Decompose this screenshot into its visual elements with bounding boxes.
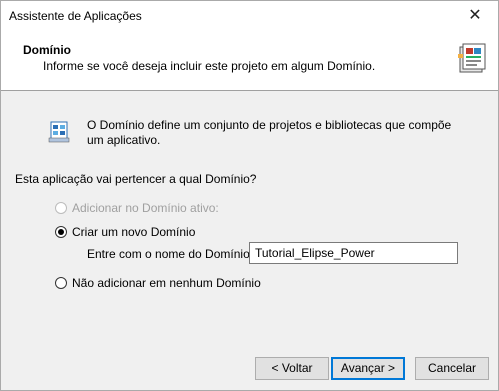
radio-active-domain [55, 202, 67, 214]
close-button[interactable]: ✕ [452, 1, 498, 31]
radio-new-domain[interactable] [55, 226, 67, 238]
option-no-domain[interactable]: Não adicionar em nenhum Domínio [55, 276, 261, 290]
window-title: Assistente de Aplicações [9, 9, 142, 23]
back-button[interactable]: < Voltar [255, 357, 329, 380]
next-button[interactable]: Avançar > [331, 357, 405, 380]
wizard-window: Assistente de Aplicações ✕ Domínio Infor… [0, 0, 499, 391]
option-new-domain-label: Criar um novo Domínio [72, 225, 196, 239]
wizard-document-icon [458, 43, 486, 73]
domain-name-label: Entre com o nome do Domínio: [87, 247, 254, 261]
page-subtitle: Informe se você deseja incluir este proj… [43, 59, 376, 73]
option-active-domain: Adicionar no Domínio ativo: [55, 201, 219, 215]
info-description: O Domínio define um conjunto de projetos… [87, 118, 452, 147]
title-bar: Assistente de Aplicações ✕ [1, 1, 498, 31]
wizard-header: Domínio Informe se você deseja incluir e… [1, 31, 498, 91]
option-no-domain-label: Não adicionar em nenhum Domínio [72, 276, 261, 290]
domain-question: Esta aplicação vai pertencer a qual Domí… [15, 172, 257, 186]
option-new-domain[interactable]: Criar um novo Domínio [55, 225, 195, 239]
page-title: Domínio [23, 43, 71, 57]
cancel-button[interactable]: Cancelar [415, 357, 489, 380]
domain-name-input[interactable] [249, 242, 458, 264]
option-active-domain-label: Adicionar no Domínio ativo: [72, 201, 219, 215]
radio-no-domain[interactable] [55, 277, 67, 289]
domain-info-icon [48, 121, 70, 143]
